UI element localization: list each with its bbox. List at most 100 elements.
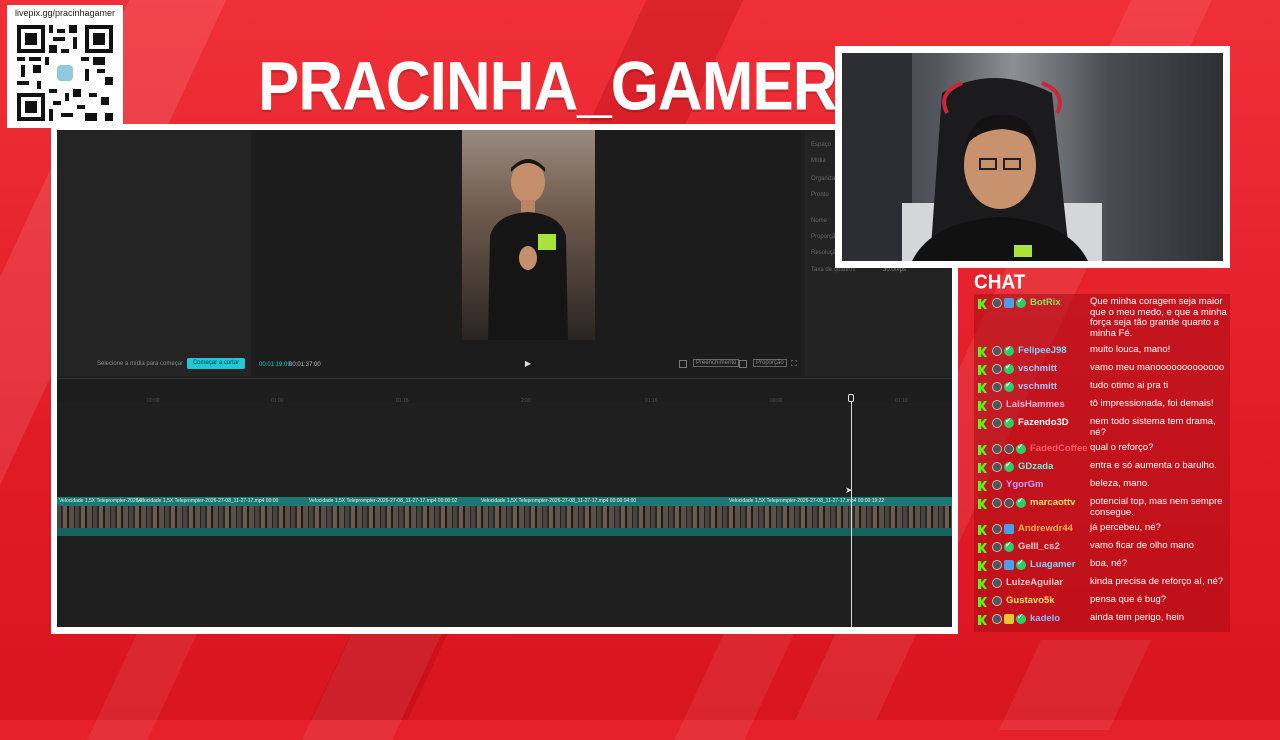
video-editor[interactable]: Selecione a mídia para começar Espaço Mí… [57,130,952,627]
play-icon[interactable]: ▶ [523,359,533,369]
chat-text: já percebeu, né? [1090,522,1161,533]
qr-panel[interactable]: livepix.gg/pracinhagamer [7,5,123,128]
chat-text: vamo ficar de olho mano [1090,540,1195,551]
chat-username[interactable]: marcaottv [1030,497,1075,508]
chat-text: ainda tem perigo, hein [1090,612,1185,623]
clip-label: Velocidade 1,5X Teleprompter-2026-27-08_… [137,498,279,504]
kick-icon [978,383,987,393]
chat-panel[interactable]: BotRix Que minha coragem seja maior que o… [974,294,1230,632]
chat-message[interactable]: marcaottv potencial top, mas nem sempre c… [978,496,1230,518]
person-figure [488,159,568,340]
chat-username[interactable]: GDzada [1018,461,1053,472]
streamer-figure [842,53,1102,261]
media-pane[interactable]: Selecione a mídia para começar [57,130,251,376]
chat-username[interactable]: vschmitt [1018,381,1057,392]
chat-username[interactable]: LaisHammes [1006,399,1065,410]
chat-message[interactable]: vschmitt vamo meu manooooooooooooo [978,362,1230,381]
ruler-tick: 00:00 [770,398,783,404]
ruler-tick: 01:16 [645,398,658,404]
chat-username[interactable]: FadedCoffee [1030,443,1088,454]
chat-username[interactable]: BotRix [1030,297,1061,308]
chat-message[interactable]: GDzada entra e só aumenta o barulho. [978,460,1230,479]
chat-username[interactable]: GeIII_cs2 [1018,541,1060,552]
kick-icon [978,365,987,375]
kick-icon [978,463,987,473]
kick-icon [978,499,987,509]
prop-label: Nome [811,218,828,224]
ruler-tick: 2:00 [521,398,531,404]
user-avatar-icon [992,418,1002,428]
chat-text: potencial top, mas nem sempre consegue. [1090,496,1223,518]
media-hint: Selecione a mídia para começar [97,361,184,367]
crop-icon[interactable] [679,360,687,368]
verified-icon [1004,460,1014,472]
user-avatar-icon [992,614,1002,624]
preview-pane[interactable] [255,130,801,376]
chat-text: qual o reforço? [1090,442,1154,453]
qr-url: livepix.gg/pracinhagamer [14,8,116,18]
clip-thumbnails [57,506,952,528]
chat-username[interactable]: Gustavo5k [1006,595,1055,606]
clip-label: Velocidade 1,5X Teleprompter-2026-27-08_… [481,498,637,504]
user-avatar-icon [992,444,1002,454]
qr-code-icon [17,25,113,121]
ratio-button[interactable]: Proporção [753,359,787,367]
chat-message[interactable]: Gustavo5k pensa que é bug? [978,594,1230,613]
chat-username[interactable]: Andrewdr44 [1018,523,1073,534]
subscriber-badge-icon [1004,560,1014,570]
user-avatar-icon [992,400,1002,410]
channel-title: PRACINHA_GAMER [258,49,837,125]
chat-username[interactable]: kadelo [1030,613,1060,624]
track-header: Velocidade 1,5X Teleprompter-2026-2 Velo… [57,497,952,506]
chat-message[interactable]: Andrewdr44 já percebeu, né? [978,522,1230,541]
kick-icon [978,419,987,429]
chat-text: tô impressionada, foi demais! [1090,398,1214,409]
chat-message[interactable]: LaisHammes tô impressionada, foi demais! [978,398,1230,417]
kick-icon [978,445,987,455]
verified-icon [1004,540,1014,552]
chat-username[interactable]: Fazendo3D [1018,417,1069,428]
fill-button[interactable]: Preenchimento [693,359,740,367]
chat-username[interactable]: LuizeAguilar [1006,577,1063,588]
ruler-tick: 01:10 [895,398,908,404]
chat-message[interactable]: BotRix Que minha coragem seja maior que o… [978,296,1230,338]
user-avatar-icon [992,462,1002,472]
user-avatar-icon [992,298,1002,308]
fullscreen-icon[interactable]: ⛶ [791,359,797,369]
clip-label: Velocidade 1,5X Teleprompter-2026-27-08_… [309,498,458,504]
chat-message[interactable]: Fazendo3D nem todo sistema tem drama, né? [978,416,1230,437]
chat-username[interactable]: Luagamer [1030,559,1075,570]
chat-username[interactable]: vschmitt [1018,363,1057,374]
chat-text: tudo otimo ai pra ti [1090,380,1169,391]
chat-text: beleza, mano. [1090,478,1150,489]
subscriber-badge-icon [1004,524,1014,534]
chat-username[interactable]: YgorGm [1006,479,1043,490]
chat-message[interactable]: vschmitt tudo otimo ai pra ti [978,380,1230,399]
chat-username[interactable]: FelipeeJ98 [1018,345,1067,356]
clip-label: Velocidade 1,5X Teleprompter-2026-2 [59,498,143,504]
screenshot-icon[interactable] [739,360,747,368]
chat-message[interactable]: FelipeeJ98 muito louca, mano! [978,344,1230,363]
chat-message[interactable]: GeIII_cs2 vamo ficar de olho mano [978,540,1230,559]
prop-label: Espaço [811,142,832,148]
timeline-ruler[interactable]: 00:00 01:00 01:15 2:00 01:16 00:00 01:10 [57,378,952,404]
playhead[interactable] [851,394,852,627]
ruler-tick: 01:00 [271,398,284,404]
preview-video[interactable] [462,130,595,340]
subscriber-badge-icon [1004,614,1014,624]
verified-icon [1004,416,1014,428]
kick-icon [978,597,987,607]
total-time: 00:01:37:00 [289,362,321,368]
chat-message[interactable]: FadedCoffeequal o reforço? [978,442,1230,461]
chat-message[interactable]: LuizeAguilar kinda precisa de reforço aí,… [978,576,1230,595]
kick-icon [978,579,987,589]
video-track[interactable]: Velocidade 1,5X Teleprompter-2026-2 Velo… [57,497,952,536]
chat-message[interactable]: kadelo ainda tem perigo, hein [978,612,1230,631]
chat-message[interactable]: YgorGm beleza, mano. [978,478,1230,497]
verified-icon [1004,344,1014,356]
chat-text: pensa que é bug? [1090,594,1167,605]
start-cutting-button[interactable]: Começar a cortar [187,358,245,369]
user-avatar-icon [992,524,1002,534]
chat-message[interactable]: Luagamer boa, né? [978,558,1230,577]
playhead-handle[interactable] [848,394,854,402]
